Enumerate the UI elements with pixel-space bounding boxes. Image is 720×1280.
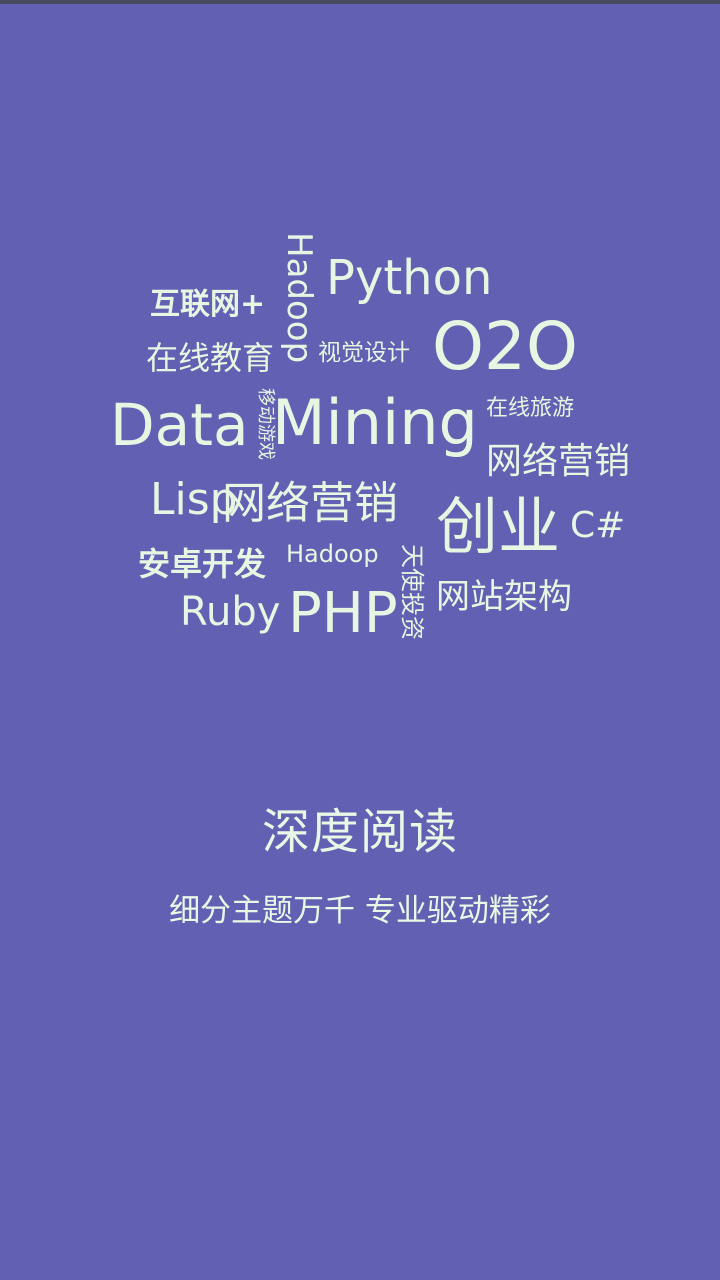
tag-anzhuo-kaifa: 安卓开发 <box>138 545 267 583</box>
tag-hulianwang: 互联网+ <box>150 287 266 322</box>
tag-python: Python <box>326 250 493 306</box>
tag-wangluo-yingxiao-1: 网络营销 <box>486 441 631 482</box>
tag-chuangye: 创业 <box>436 490 561 563</box>
splash-headline: 深度阅读 <box>261 804 458 860</box>
tag-wangluo-yingxiao-2: 网络营销 <box>222 478 398 529</box>
tag-csharp: C# <box>570 505 626 546</box>
tag-wangzhan-jiagou: 网站架构 <box>436 577 572 617</box>
tag-zaixian-jiaoyu: 在线教育 <box>146 339 275 377</box>
tag-zaixian-lvyou: 在线旅游 <box>486 396 575 421</box>
tag-data: Data <box>110 391 249 459</box>
tag-php: PHP <box>288 581 398 646</box>
splash-tagline: 细分主题万千 专业驱动精彩 <box>169 893 551 929</box>
tag-mining: Mining <box>272 386 478 459</box>
tag-ruby: Ruby <box>180 589 281 635</box>
tag-hadoop-small: Hadoop <box>286 540 379 568</box>
tag-tianshi-touzi: 天使投资 <box>398 544 426 640</box>
tag-hadoop-vertical: Hadoop <box>279 232 319 364</box>
tag-o2o: O2O <box>432 308 578 385</box>
tag-shijue-sheji: 视觉设计 <box>318 340 410 366</box>
word-cloud: 互联网+ Hadoop Python 在线教育 视觉设计 O2O 移动游戏 Da… <box>0 0 720 700</box>
